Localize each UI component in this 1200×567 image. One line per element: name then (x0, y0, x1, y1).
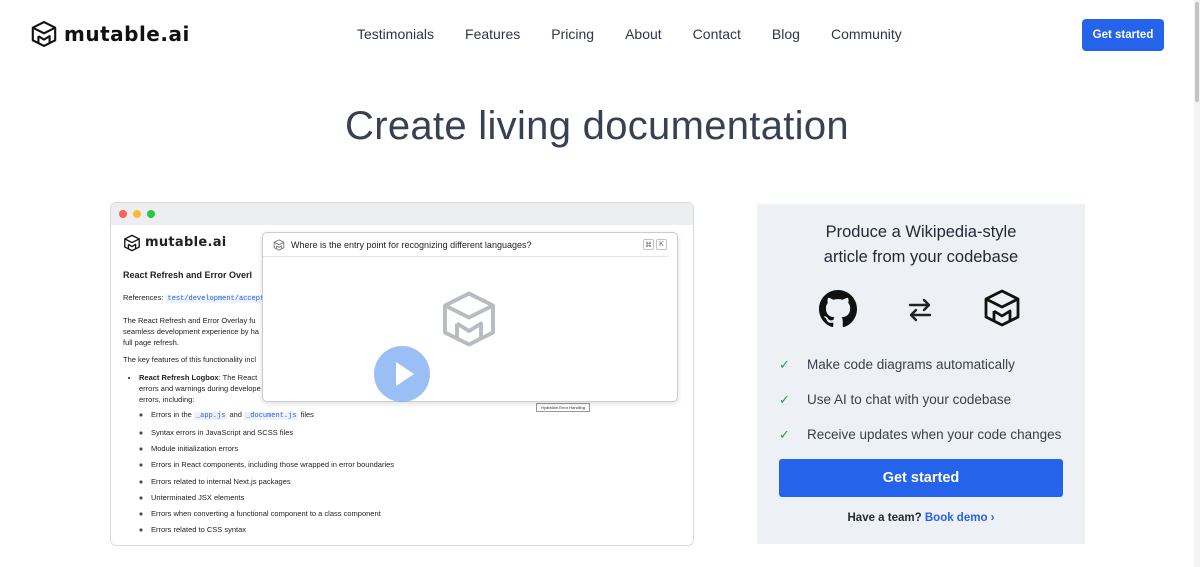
github-icon (819, 290, 857, 328)
feature-card: Produce a Wikipedia-style article from y… (757, 204, 1085, 544)
page-scrollbar[interactable] (1194, 0, 1200, 567)
feature-text: Use AI to chat with your codebase (807, 392, 1012, 407)
list-item: Errors in React components, including th… (151, 459, 683, 470)
feature-item: ✓ Make code diagrams automatically (779, 347, 1061, 382)
mutable-logo-icon (984, 289, 1020, 327)
close-dot-icon (119, 210, 127, 218)
diagram-node: Hydration Error Handling (536, 403, 590, 412)
feature-text: Receive updates when your code changes (807, 427, 1062, 442)
nav-link-testimonials[interactable]: Testimonials (357, 26, 434, 42)
hero-title: Create living documentation (345, 104, 849, 148)
logo-text: mutable.ai (64, 22, 190, 46)
chat-popup: Where is the entry point for recognizing… (262, 232, 678, 402)
maximize-dot-icon (147, 210, 155, 218)
list-item: Errors in the _app.js and _document.js f… (151, 409, 683, 422)
team-text: Have a team? (847, 512, 922, 524)
chat-header: Where is the entry point for recognizing… (263, 233, 669, 257)
feature-text: Make code diagrams automatically (807, 357, 1015, 372)
para-line: seamless development experience by ha (123, 326, 259, 336)
card-title-line: Produce a Wikipedia-style (825, 223, 1017, 241)
check-icon: ✓ (779, 391, 790, 407)
check-icon: ✓ (779, 356, 790, 372)
bullet-text: : The React (218, 372, 258, 382)
swap-arrows-icon (908, 298, 932, 322)
get-started-button[interactable]: Get started (1082, 19, 1164, 51)
feature-item: ✓ Use AI to chat with your codebase (779, 382, 1061, 417)
feature-item: ✓ Receive updates when your code changes (779, 417, 1061, 452)
mutable-logo-icon (31, 21, 57, 47)
nav-link-pricing[interactable]: Pricing (551, 26, 594, 42)
chat-question-input[interactable]: Where is the entry point for recognizing… (291, 240, 531, 250)
mutable-logo-icon (124, 234, 140, 252)
list-item: Syntax errors in JavaScript and SCSS fil… (151, 427, 683, 438)
ref-code-link[interactable]: test/development/accept (165, 295, 267, 303)
item-text: files (300, 410, 314, 420)
scrollbar-thumb[interactable] (1195, 2, 1199, 102)
nav-link-community[interactable]: Community (831, 26, 902, 42)
nav-links: Testimonials Features Pricing About Cont… (357, 26, 933, 42)
doc-paragraph: The React Refresh and Error Overlay fu s… (123, 315, 263, 349)
window-titlebar (111, 203, 693, 225)
bullet-title: React Refresh Logbox (139, 372, 219, 382)
code-link[interactable]: _document.js (244, 412, 299, 421)
item-text: and (229, 410, 242, 420)
bullet-text: errors and warnings during develope (139, 383, 261, 393)
logo[interactable]: mutable.ai (30, 20, 190, 48)
doc-paragraph: The key features of this functionality i… (123, 355, 256, 365)
ref-label: References: (123, 293, 164, 302)
list-item: Errors when converting a functional comp… (151, 508, 683, 519)
card-title: Produce a Wikipedia-style article from y… (757, 220, 1085, 270)
code-link[interactable]: _app.js (193, 412, 228, 421)
nav-link-contact[interactable]: Contact (693, 26, 741, 42)
nav-link-blog[interactable]: Blog (772, 26, 800, 42)
item-text: Errors in the (151, 410, 192, 420)
k-key-icon: K (656, 239, 667, 250)
play-video-button[interactable] (374, 346, 430, 402)
top-nav: mutable.ai Testimonials Features Pricing… (0, 0, 1200, 70)
team-prompt: Have a team? Book demo › (757, 512, 1085, 524)
card-title-line: article from your codebase (823, 248, 1019, 266)
mutable-logo-icon (443, 291, 495, 347)
list-item: Unterminated JSX elements (151, 492, 683, 503)
list-item: Module initialization errors (151, 443, 683, 454)
doc-sub-list: Errors in the _app.js and _document.js f… (139, 409, 683, 535)
integration-icons (819, 288, 1023, 328)
check-icon: ✓ (779, 426, 790, 442)
bullet-text: errors, including: (139, 395, 195, 404)
command-key-icon: ⌘ (643, 239, 654, 250)
mutable-logo-icon (273, 238, 285, 251)
card-get-started-button[interactable]: Get started (779, 459, 1063, 497)
para-line: The React Refresh and Error Overlay fu (123, 315, 256, 325)
feature-list: ✓ Make code diagrams automatically ✓ Use… (779, 347, 1061, 452)
shortcut-hint: ⌘ K (643, 239, 667, 250)
para-line: full page refresh. (123, 338, 179, 347)
nav-link-features[interactable]: Features (465, 26, 520, 42)
list-item: Errors related to internal Next.js packa… (151, 476, 683, 487)
list-item: Errors related to CSS syntax (151, 524, 683, 535)
nav-link-about[interactable]: About (625, 26, 662, 42)
doc-logo-text: mutable.ai (145, 235, 227, 250)
book-demo-link[interactable]: Book demo › (925, 512, 995, 524)
minimize-dot-icon (133, 210, 141, 218)
